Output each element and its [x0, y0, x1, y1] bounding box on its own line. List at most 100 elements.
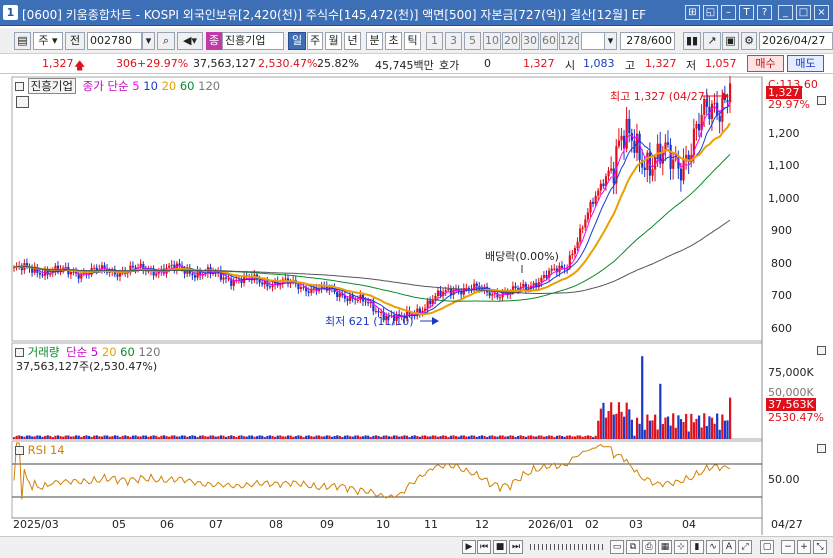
- crosshair-icon[interactable]: ⊹: [674, 540, 688, 554]
- ma-label[interactable]: 종가 단순: [83, 79, 129, 93]
- indicator-icon[interactable]: ↗: [703, 32, 721, 50]
- vol-ma-60[interactable]: 60: [120, 345, 135, 359]
- volume-menu-icon[interactable]: [15, 348, 24, 357]
- date-input[interactable]: 2026/04/27: [759, 32, 833, 50]
- volume-ma-label[interactable]: 단순: [66, 345, 87, 359]
- bar-chart-icon[interactable]: ▮: [690, 540, 704, 554]
- vol-ma-120[interactable]: 120: [138, 345, 160, 359]
- grid-icon[interactable]: ▦: [658, 540, 672, 554]
- volume-bar: [692, 422, 696, 439]
- sell-button[interactable]: 매도: [787, 55, 824, 72]
- volume-bar: [641, 356, 644, 439]
- buy-button[interactable]: 매수: [747, 55, 784, 72]
- stock-code-input[interactable]: 002780: [87, 32, 142, 50]
- fullscreen-icon[interactable]: ⤡: [813, 540, 827, 554]
- volume-bar: [121, 435, 124, 439]
- y-tick-1100: 1,100: [768, 159, 800, 172]
- ma-120[interactable]: 120: [198, 79, 220, 93]
- scroll-right-icon[interactable]: ▶: [462, 540, 476, 554]
- volume-bar: [615, 413, 618, 439]
- data-count-field[interactable]: 278/600: [620, 32, 675, 50]
- volume-bar: [271, 436, 274, 439]
- period-tick[interactable]: 틱: [404, 32, 421, 50]
- volume-close-icon[interactable]: [817, 346, 826, 355]
- volume-label[interactable]: 거래량: [28, 345, 60, 359]
- pin-icon[interactable]: T: [739, 5, 754, 20]
- volume-bar: [67, 435, 70, 439]
- volume-bar: [328, 435, 331, 439]
- link-icon[interactable]: ⊞: [685, 5, 700, 20]
- period-week[interactable]: 주: [307, 32, 323, 50]
- stock-name-field[interactable]: 진흥기업: [222, 32, 284, 50]
- save-icon[interactable]: ▣: [722, 32, 739, 50]
- search-icon[interactable]: ⌕: [157, 32, 175, 50]
- ma-10[interactable]: 10: [143, 79, 158, 93]
- high-label: 고: [625, 59, 636, 72]
- sound-icon[interactable]: ◀▾: [177, 32, 203, 50]
- vol-ma-20[interactable]: 20: [102, 345, 117, 359]
- interval-1[interactable]: 1: [426, 32, 443, 50]
- price-stock-label[interactable]: 진흥기업: [27, 78, 76, 94]
- period-minute[interactable]: 분: [366, 32, 383, 50]
- text-icon[interactable]: A: [722, 540, 736, 554]
- interval-20[interactable]: 20: [502, 32, 520, 50]
- interval-120[interactable]: 120: [559, 32, 579, 50]
- scroll-last-icon[interactable]: ⏭: [509, 540, 523, 554]
- print-icon[interactable]: ⎙: [642, 540, 656, 554]
- interval-10[interactable]: 10: [483, 32, 501, 50]
- scroll-ruler[interactable]: [530, 544, 606, 550]
- rsi-menu-icon[interactable]: [15, 446, 24, 455]
- prev-button[interactable]: 전: [65, 32, 85, 50]
- interval-30[interactable]: 30: [521, 32, 539, 50]
- period-year[interactable]: 년: [344, 32, 361, 50]
- volume-bar: [237, 435, 241, 439]
- volume-bar: [473, 435, 476, 439]
- zoom-in-icon[interactable]: +: [797, 540, 811, 554]
- volume-bar: [41, 436, 44, 439]
- candle-body: [258, 279, 261, 283]
- copy-icon[interactable]: ⧉: [626, 540, 640, 554]
- ma-20[interactable]: 20: [162, 79, 177, 93]
- scroll-first-icon[interactable]: ⏮: [477, 540, 491, 554]
- rsi-close-icon[interactable]: [817, 444, 826, 453]
- close-button[interactable]: ×: [814, 5, 829, 20]
- vol-ma-5[interactable]: 5: [91, 345, 98, 359]
- screen-icon[interactable]: ▢: [760, 540, 774, 554]
- interval-3[interactable]: 3: [445, 32, 462, 50]
- panel-menu-icon[interactable]: [15, 82, 24, 91]
- price-close-icon[interactable]: [817, 96, 826, 105]
- stock-code-dropdown[interactable]: ▾: [142, 32, 155, 50]
- table-icon[interactable]: [16, 96, 29, 108]
- chart-canvas[interactable]: [0, 75, 833, 558]
- volume-bar: [431, 435, 434, 439]
- period-selector[interactable]: 주 ▾: [33, 32, 63, 50]
- expand-icon[interactable]: ⤢: [738, 540, 752, 554]
- period-day[interactable]: 일: [288, 32, 306, 50]
- candle-body: [155, 273, 158, 276]
- candle-body: [524, 283, 527, 289]
- rsi-label[interactable]: RSI 14: [28, 443, 65, 457]
- restore-icon[interactable]: ◱: [703, 5, 718, 20]
- ma-5[interactable]: 5: [132, 79, 139, 93]
- candle-body: [545, 275, 548, 278]
- zoom-out-icon[interactable]: −: [781, 540, 795, 554]
- overlay-icon[interactable]: ▮▮: [683, 32, 701, 50]
- minimize-icon[interactable]: –: [721, 5, 736, 20]
- period-second[interactable]: 초: [385, 32, 402, 50]
- volume-bar: [95, 435, 98, 439]
- custom-interval-dropdown[interactable]: ▾: [604, 32, 617, 50]
- stop-icon[interactable]: ■: [493, 540, 507, 554]
- maximize-button[interactable]: □: [796, 5, 811, 20]
- line-icon[interactable]: ∿: [706, 540, 720, 554]
- chart-type-icon[interactable]: ▤: [14, 32, 31, 50]
- volume-bar: [356, 435, 359, 439]
- interval-5[interactable]: 5: [464, 32, 481, 50]
- ma-60[interactable]: 60: [180, 79, 195, 93]
- zoom-fit-icon[interactable]: ▭: [610, 540, 624, 554]
- volume-bar: [405, 435, 409, 439]
- settings-icon[interactable]: ⚙: [741, 32, 757, 50]
- help-icon[interactable]: ?: [757, 5, 772, 20]
- minimize-button[interactable]: _: [778, 5, 793, 20]
- period-month[interactable]: 월: [325, 32, 342, 50]
- interval-60[interactable]: 60: [540, 32, 558, 50]
